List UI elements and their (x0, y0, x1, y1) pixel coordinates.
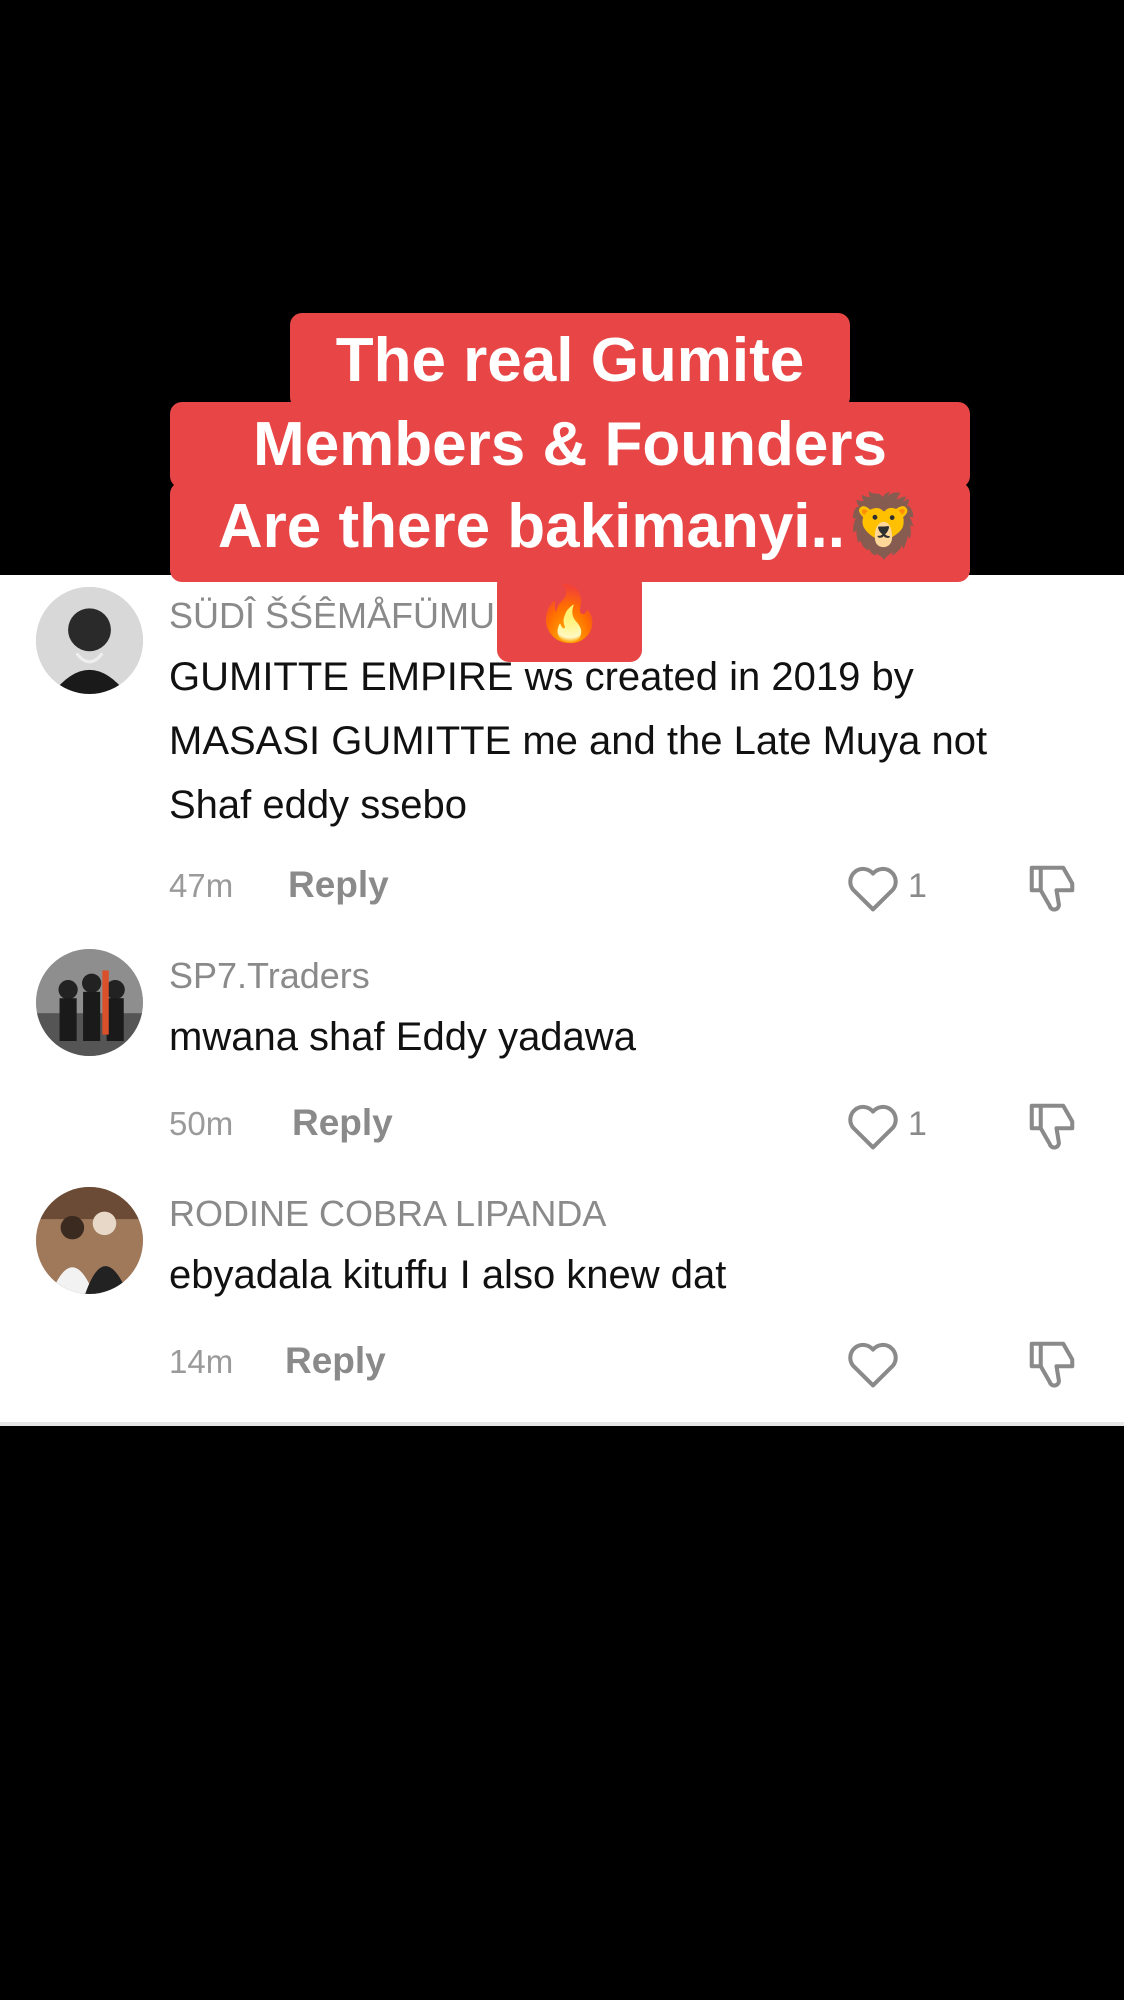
avatar[interactable] (36, 949, 143, 1056)
comment-username[interactable]: SP7.Traders (169, 955, 370, 997)
thumbs-down-icon[interactable] (1025, 1337, 1079, 1391)
like-count: 1 (908, 867, 927, 905)
heart-icon[interactable] (846, 863, 900, 913)
reply-button[interactable]: Reply (285, 1340, 386, 1382)
thumbs-down-icon[interactable] (1025, 861, 1079, 915)
comment-text: mwana shaf Eddy yadawa (169, 1015, 636, 1059)
comment-text: GUMITTE EMPIRE ws created in 2019 by MAS… (169, 655, 988, 827)
comment-text: ebyadala kituffu I also knew dat (169, 1253, 727, 1297)
avatar[interactable] (36, 587, 143, 694)
reply-button[interactable]: Reply (292, 1102, 393, 1144)
avatar-image (36, 949, 143, 1056)
heart-icon[interactable] (846, 1101, 900, 1151)
caption-line-4: 🔥 (497, 572, 642, 662)
caption-line-3: Are there bakimanyi..🦁 (170, 482, 970, 582)
reply-button[interactable]: Reply (288, 864, 389, 906)
comments-panel: SÜDÎ ŠŚÊMÅFÜMU GUMITTE EMPIRE ws created… (0, 575, 1124, 1426)
like-count: 1 (908, 1105, 927, 1143)
comment-time: 14m (169, 1343, 234, 1380)
heart-icon[interactable] (846, 1339, 900, 1389)
avatar-image (36, 1187, 143, 1294)
comment-time: 50m (169, 1105, 234, 1142)
comment-time: 47m (169, 867, 234, 904)
avatar[interactable] (36, 1187, 143, 1294)
thumbs-down-icon[interactable] (1025, 1099, 1079, 1153)
caption-line-2: Members & Founders (170, 402, 970, 488)
comment-username[interactable]: RODINE COBRA LIPANDA (169, 1193, 606, 1235)
caption-line-1: The real Gumite (290, 313, 850, 409)
avatar-image (36, 587, 143, 694)
comment-username[interactable]: SÜDÎ ŠŚÊMÅFÜMU (169, 595, 495, 637)
